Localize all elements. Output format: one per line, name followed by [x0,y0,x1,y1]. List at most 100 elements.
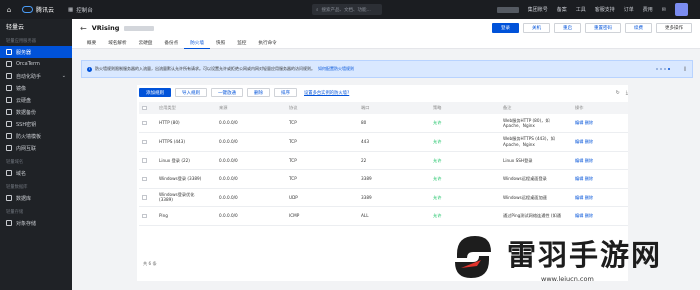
info-icon: i [87,66,92,72]
cell-ops: 编辑 删除 [565,114,628,133]
import-rules-button[interactable]: 导入规则 [175,88,207,97]
reset-password-button[interactable]: 重置密码 [585,23,621,33]
add-rule-button[interactable]: 添加规则 [139,88,171,97]
watermark-url: www.leiucn.com [541,275,594,283]
sidebar-item-object-storage[interactable]: 对象存储 [0,217,72,229]
back-arrow-icon[interactable]: ← [80,24,87,33]
brand-logo[interactable]: 腾讯云 [22,5,54,14]
edit-link[interactable]: 编辑 [575,120,583,125]
row-checkbox[interactable] [139,206,149,226]
delete-link[interactable]: 删除 [585,139,593,144]
cell-policy: 允许 [423,169,493,189]
sidebar-item-label: OrcaTerm [16,61,40,67]
instance-tabs: 概要 域名解析 云硬盘 备份点 防火墙 快照 监控 执行命令 [72,37,700,49]
sidebar-item-backups[interactable]: 数据备份 [0,106,72,118]
shutdown-button[interactable]: 关机 [523,23,550,33]
tab-overview[interactable]: 概要 [81,37,102,49]
row-checkbox[interactable] [139,132,149,152]
instance-id-blurred [124,25,155,31]
notice-link[interactable]: 如何配置防火墙规则 [318,66,354,72]
robot-icon [6,73,12,79]
cell-source: 0.0.0.0/0 [209,169,279,189]
delete-link[interactable]: 删除 [585,195,593,200]
delete-button[interactable]: 删除 [247,88,270,97]
home-icon[interactable]: ⌂ [0,0,18,19]
console-link[interactable]: ▦ 控制台 [68,6,93,14]
delete-link[interactable]: 删除 [585,120,593,125]
bell-icon[interactable]: ✉ [662,7,666,13]
sidebar-item-domains[interactable]: 域名 [0,167,72,179]
topbar-item-group-account[interactable]: 集团账号 [528,6,548,13]
download-icon[interactable]: ⤓ [626,90,628,96]
table-header-row: 应用类型 来源 协议 端口 策略 备注 操作 [139,102,628,114]
search-input[interactable]: ⌕ 搜索产品、文档、功能... [312,4,382,15]
delete-link[interactable]: 删除 [585,158,593,163]
sidebar-item-images[interactable]: 镜像 [0,82,72,94]
storage-icon [6,220,12,226]
login-button[interactable]: 登录 [492,23,519,33]
sidebar-item-label: 对象存储 [16,220,37,227]
delete-link[interactable]: 删除 [585,176,593,181]
sidebar-item-disks[interactable]: 云硬盘 [0,94,72,106]
topbar-item-filing[interactable]: 备案 [557,6,567,13]
tab-dns[interactable]: 域名解析 [102,37,132,49]
row-checkbox[interactable] [139,169,149,189]
backup-icon [6,109,12,115]
tab-run-command[interactable]: 执行命令 [252,37,282,49]
sidebar-item-label: 自动化助手 [16,73,42,80]
pause-icon[interactable]: ‖ [684,67,686,72]
refresh-icon[interactable]: ↻ [616,90,620,96]
renew-button[interactable]: 续费 [625,23,652,33]
edit-link[interactable]: 编辑 [575,195,583,200]
site-watermark: 雷羽手游网 www.leiucn.com [449,226,700,290]
topbar-item-orders[interactable]: 订单 [624,6,634,13]
topbar-item-tools[interactable]: 工具 [576,6,586,13]
edit-link[interactable]: 编辑 [575,158,583,163]
edit-link[interactable]: 编辑 [575,213,583,218]
cell-port: 22 [351,151,423,170]
carousel-dots[interactable] [656,68,670,70]
sidebar-item-label: 数据备份 [16,109,37,116]
tab-snapshots[interactable]: 快照 [210,37,231,49]
select-all-checkbox[interactable] [139,102,149,114]
row-checkbox[interactable] [139,188,149,207]
more-actions-button[interactable]: 更多操作 [656,23,692,33]
sidebar-item-database[interactable]: 数据库 [0,192,72,204]
tab-backups[interactable]: 备份点 [158,37,184,49]
cell-source: 0.0.0.0/0 [209,188,279,207]
sidebar-item-ssh-keys[interactable]: SSH密钥 [0,118,72,130]
cell-port: 3389 [351,169,423,189]
sidebar-item-servers[interactable]: 服务器 [0,46,72,58]
sidebar-item-orcaterm[interactable]: OrcaTerm [0,58,72,70]
sidebar-item-label: 域名 [16,170,27,177]
sidebar-item-label: 镜像 [16,85,27,92]
sidebar-item-intranet[interactable]: 内网互联 [0,142,72,154]
avatar[interactable] [675,3,688,16]
cell-note: Linux SSH登录 [493,151,565,170]
multi-instance-hint-link[interactable]: 设置多台实例的防火墙? [304,90,349,96]
tab-disks[interactable]: 云硬盘 [133,37,159,49]
tab-firewall[interactable]: 防火墙 [184,37,210,49]
cell-note: Windows远程桌面登录 [493,169,565,189]
edit-link[interactable]: 编辑 [575,139,583,144]
firewall-toolbar: 添加规则 导入规则 一键放通 删除 排序 设置多台实例的防火墙? [139,88,349,97]
image-icon [6,85,12,91]
allow-all-button[interactable]: 一键放通 [211,88,243,97]
delete-link[interactable]: 删除 [585,213,593,218]
sidebar-item-firewall-templates[interactable]: 防火墙模板 [0,130,72,142]
topbar-item-support[interactable]: 客服支持 [595,6,615,13]
account-name-blurred [496,6,519,13]
sort-button[interactable]: 排序 [274,88,297,97]
tab-monitoring[interactable]: 监控 [231,37,252,49]
restart-button[interactable]: 重启 [554,23,581,33]
terminal-icon [6,61,12,67]
cell-policy: 允许 [423,206,493,226]
topbar-item-billing[interactable]: 费用 [643,6,653,13]
row-checkbox[interactable] [139,114,149,133]
instance-name: VRising [91,24,120,32]
sidebar-title: 轻量云 [6,23,25,31]
edit-link[interactable]: 编辑 [575,176,583,181]
row-checkbox[interactable] [139,151,149,170]
sidebar-item-automation[interactable]: 自动化助手 ⌄ [0,70,72,82]
database-icon [6,195,12,201]
